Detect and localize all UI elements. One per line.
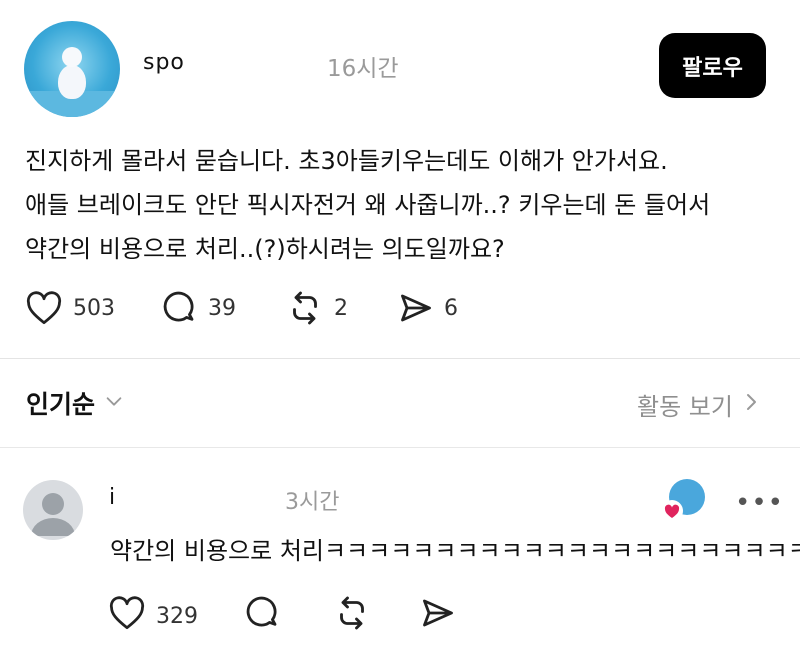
repost-icon [333,595,371,637]
repost-icon [286,290,324,326]
comment-button[interactable]: 39 [162,290,236,326]
like-count: 503 [73,295,115,321]
view-activity-link[interactable]: 활동 보기 [637,387,761,422]
comment-avatar[interactable] [23,480,83,540]
chevron-right-icon [741,390,761,420]
comment-text: 약간의 비용으로 처리ㅋㅋㅋㅋㅋㅋㅋㅋㅋㅋㅋㅋㅋㅋㅋㅋㅋㅋㅋㅋㅋㅋ [110,537,800,565]
comment-like-button[interactable]: 329 [108,596,198,636]
post-text-line-3: 약간의 비용으로 처리..(?)하시려는 의도일까요? [25,235,505,263]
chevron-down-icon [103,389,125,418]
comment-reply-button[interactable] [245,595,281,637]
share-count: 6 [444,295,458,321]
repost-count: 2 [334,295,348,321]
sort-label: 인기순 [26,390,96,419]
more-icon[interactable]: ••• [735,488,784,518]
avatar-snowman-head [62,47,82,67]
divider [0,358,800,359]
activity-label: 활동 보기 [637,393,733,421]
divider [0,447,800,448]
heart-icon [25,291,63,325]
comment-username[interactable]: i [109,485,115,510]
liked-heart-icon [660,500,684,526]
sort-dropdown[interactable]: 인기순 [26,385,125,421]
share-icon [420,595,456,637]
comment-time: 3시간 [285,490,340,515]
heart-icon [108,596,146,636]
comment-like-count: 329 [156,603,198,629]
share-icon [398,290,434,326]
comment-icon [245,595,281,637]
post-text-line-1: 진지하게 몰라서 묻습니다. 초3아들키우는데도 이해가 안가서요. [25,147,668,175]
comment-repost-button[interactable] [333,595,371,637]
author-username[interactable]: spo [143,50,185,75]
comment-count: 39 [208,295,236,321]
post-text-line-2: 애들 브레이크도 안단 픽시자전거 왜 사줍니까..? 키우는데 돈 들어서 [25,191,711,219]
author-avatar[interactable] [24,21,120,117]
avatar-snowman-body [58,65,86,99]
comment-share-button[interactable] [420,598,456,634]
post-time: 16시간 [327,56,399,82]
repost-button[interactable]: 2 [286,290,348,326]
like-button[interactable]: 503 [25,290,115,326]
follow-button[interactable]: 팔로우 [659,33,766,98]
comment-icon [162,290,198,326]
share-button[interactable]: 6 [398,290,458,326]
